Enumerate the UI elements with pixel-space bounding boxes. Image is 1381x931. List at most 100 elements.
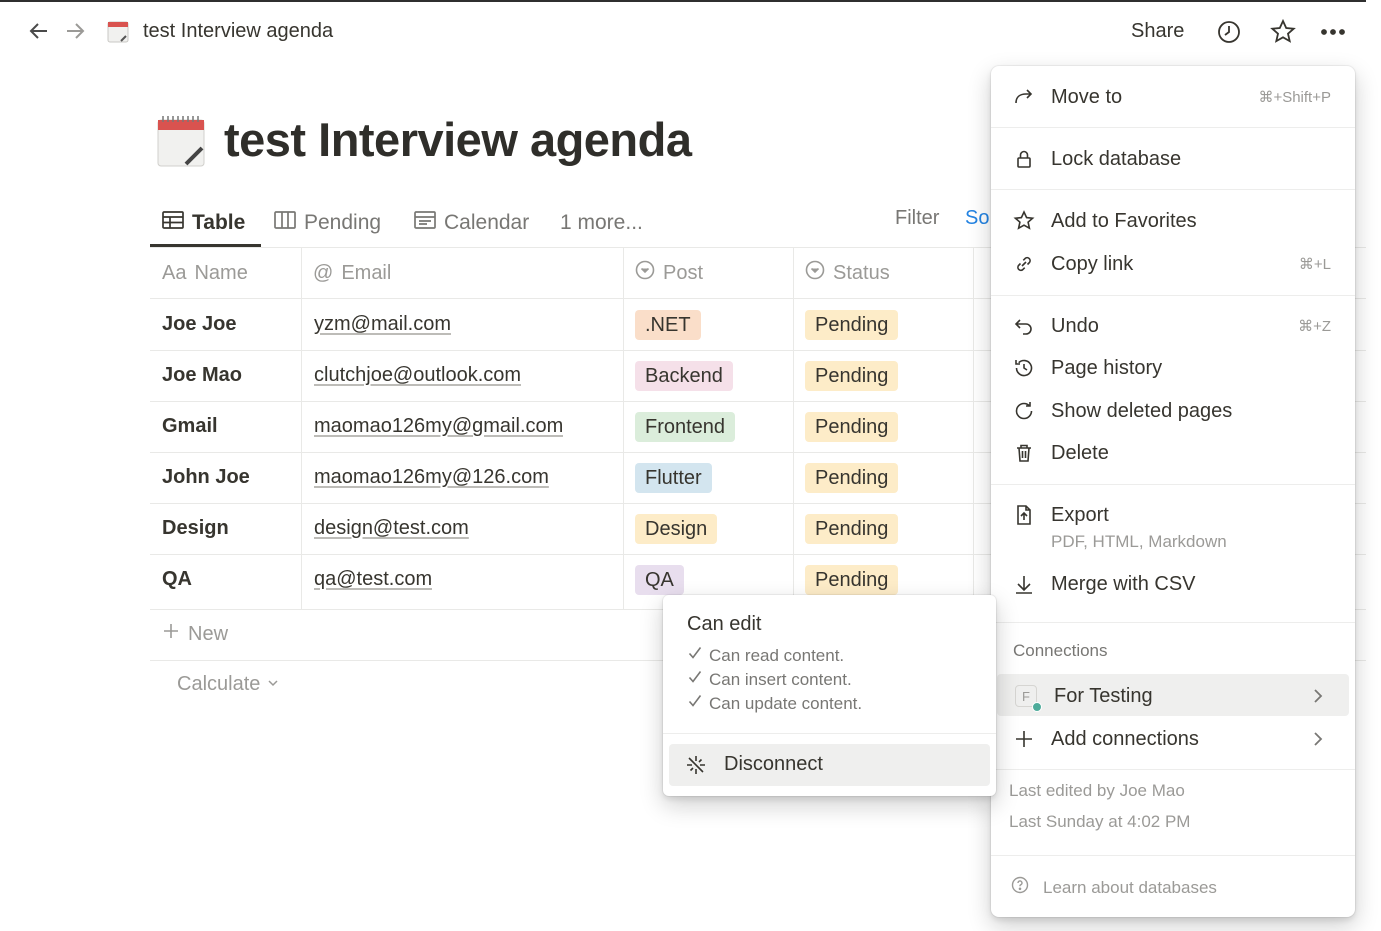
column-header-label: Post [663, 261, 704, 284]
for-testing-connection-item[interactable]: For Testing [991, 676, 1355, 716]
calculate-button[interactable]: Calculate [177, 673, 280, 696]
cell-name[interactable]: Joe Joe [162, 299, 236, 350]
forward-arrow-icon[interactable] [60, 16, 90, 46]
undo-item[interactable]: Undo ⌘+Z [991, 306, 1355, 346]
calendar-spiral-icon [106, 19, 132, 45]
cell-post[interactable]: Backend [635, 350, 733, 401]
cell-status[interactable]: Pending [805, 350, 899, 401]
tab-table[interactable]: Table [162, 200, 245, 246]
tab-more-views[interactable]: 1 more... [560, 200, 643, 246]
cell-status[interactable]: Pending [805, 401, 899, 452]
plus-icon [162, 622, 180, 646]
column-header-email[interactable]: @ Email [301, 248, 623, 298]
menu-item-label: Page history [1051, 356, 1163, 379]
menu-item-label: Add connections [1051, 727, 1199, 750]
post-tag: .NET [635, 309, 701, 340]
add-to-favorites-item[interactable]: Add to Favorites [991, 201, 1355, 241]
column-header-name[interactable]: Aa Name [150, 248, 301, 298]
share-button[interactable]: Share [1131, 20, 1184, 43]
learn-label: Learn about databases [1043, 877, 1217, 897]
cell-name[interactable]: Joe Mao [162, 350, 242, 401]
tab-pending-label: Pending [304, 211, 382, 234]
column-header-status[interactable]: Status [793, 248, 973, 298]
lock-database-item[interactable]: Lock database [991, 139, 1355, 179]
new-label-text: New [188, 622, 229, 645]
breadcrumb-title[interactable]: test Interview agenda [143, 20, 333, 43]
move-to-item[interactable]: Move to ⌘+Shift+P [991, 77, 1355, 117]
cell-name[interactable]: John Joe [162, 452, 250, 503]
cell-status[interactable]: Pending [805, 452, 899, 503]
menu-divider [991, 189, 1355, 190]
disconnect-button[interactable]: Disconnect [669, 744, 990, 786]
cell-email[interactable]: maomao126my@gmail.com [314, 401, 563, 452]
permission-label: Can insert content. [709, 669, 852, 689]
chevron-down-icon [266, 673, 280, 696]
lock-icon [1013, 148, 1035, 170]
menu-divider [991, 622, 1355, 623]
cell-status[interactable]: Pending [805, 299, 899, 350]
more-options-icon[interactable] [1318, 17, 1348, 47]
post-tag: Backend [635, 360, 733, 391]
copy-link-item[interactable]: Copy link ⌘+L [991, 244, 1355, 284]
cell-post[interactable]: Flutter [635, 452, 712, 503]
email-property-icon: @ [313, 261, 334, 284]
back-arrow-icon[interactable] [24, 16, 54, 46]
cell-post[interactable]: Frontend [635, 401, 736, 452]
menu-item-label: Move to [1051, 85, 1123, 108]
page-options-menu: Move to ⌘+Shift+P Lock database Add to F… [991, 66, 1355, 917]
page-title[interactable]: test Interview agenda [224, 112, 692, 167]
cell-name[interactable]: QA [162, 554, 192, 605]
permission-label: Can read content. [709, 645, 845, 665]
delete-item[interactable]: Delete [991, 433, 1355, 473]
status-tag: Pending [805, 564, 899, 595]
tab-calendar[interactable]: Calendar [414, 200, 529, 246]
star-icon[interactable] [1268, 17, 1298, 47]
merge-with-csv-item[interactable]: Merge with CSV [991, 564, 1355, 604]
star-icon [1013, 210, 1035, 232]
cell-email[interactable]: yzm@mail.com [314, 299, 451, 350]
cell-email[interactable]: qa@test.com [314, 554, 432, 605]
clock-icon[interactable] [1214, 17, 1244, 47]
menu-item-label: Show deleted pages [1051, 399, 1233, 422]
show-deleted-pages-item[interactable]: Show deleted pages [991, 391, 1355, 431]
post-tag: QA [635, 564, 684, 595]
help-icon [1011, 876, 1029, 899]
page-history-item[interactable]: Page history [991, 348, 1355, 388]
disconnect-plug-icon [685, 754, 707, 781]
column-header-label: Name [194, 261, 248, 284]
column-header-post[interactable]: Post [623, 248, 793, 298]
cell-status[interactable]: Pending [805, 503, 899, 554]
menu-item-label: Lock database [1051, 147, 1182, 170]
cell-post[interactable]: Design [635, 503, 718, 554]
menu-item-label: Copy link [1051, 252, 1134, 275]
shortcut-hint: ⌘+L [1298, 256, 1331, 273]
select-icon [635, 260, 655, 286]
permission-item: Can read content. [687, 645, 844, 666]
cell-email[interactable]: clutchjoe@outlook.com [314, 350, 521, 401]
popup-divider [663, 733, 996, 734]
menu-item-label: Undo [1051, 314, 1099, 337]
learn-about-databases-link[interactable]: Learn about databases [1011, 876, 1217, 899]
restore-icon [1013, 400, 1035, 422]
tab-calendar-label: Calendar [444, 211, 530, 234]
post-tag: Flutter [635, 462, 712, 493]
new-row-label: New [162, 622, 228, 646]
sort-button[interactable]: So [965, 207, 989, 230]
menu-item-label: Delete [1051, 441, 1109, 464]
add-connections-item[interactable]: Add connections [991, 719, 1355, 759]
tab-more-label: 1 more... [560, 211, 643, 234]
menu-divider [991, 769, 1355, 770]
page-icon[interactable] [154, 114, 210, 170]
cell-post[interactable]: .NET [635, 299, 701, 350]
cell-name[interactable]: Gmail [162, 401, 218, 452]
check-icon [687, 669, 703, 690]
cell-email[interactable]: maomao126my@126.com [314, 452, 549, 503]
export-item[interactable]: Export [991, 495, 1355, 535]
link-icon [1013, 253, 1035, 275]
tab-pending[interactable]: Pending [274, 200, 381, 246]
table-icon [162, 210, 184, 236]
cell-email[interactable]: design@test.com [314, 503, 469, 554]
cell-name[interactable]: Design [162, 503, 229, 554]
filter-button[interactable]: Filter [895, 207, 939, 230]
top-bar: test Interview agenda Share [0, 2, 1381, 60]
